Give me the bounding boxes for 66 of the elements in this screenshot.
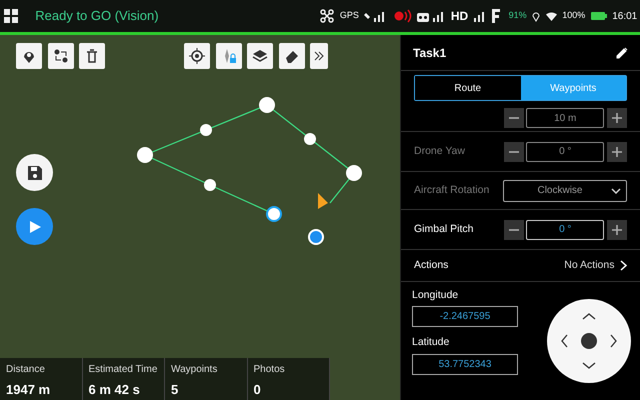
wifi-icon <box>546 12 557 20</box>
plus-button[interactable] <box>607 108 627 128</box>
summary-value: 0 <box>254 380 262 399</box>
summary-label: Estimated Time <box>88 363 158 377</box>
coordinate-field[interactable]: -2.2467595 <box>412 306 518 327</box>
summary-label: Photos <box>254 363 286 377</box>
plus-button[interactable] <box>607 220 627 240</box>
locate-button[interactable] <box>184 43 210 69</box>
delete-button[interactable] <box>79 43 105 69</box>
waypoint-button[interactable] <box>16 43 42 69</box>
target-icon <box>189 48 205 64</box>
minus-button[interactable] <box>504 108 524 128</box>
save-button[interactable] <box>16 154 53 191</box>
chevron-down-icon <box>610 188 620 194</box>
layers-icon <box>252 48 268 64</box>
setting-label: Gimbal Pitch <box>414 222 474 237</box>
gps-label: GPS <box>340 9 359 22</box>
actions-link[interactable]: No Actions <box>564 258 627 274</box>
summary-value: 1947 m <box>6 380 52 399</box>
drone-icon <box>320 9 334 23</box>
clock-time: 16:01 <box>612 10 638 24</box>
task-title: Task1 <box>413 44 446 62</box>
remote-controller-signal-icon <box>417 9 446 23</box>
location-icon <box>532 10 540 22</box>
edit-button[interactable] <box>616 46 628 58</box>
video-link-label: HD <box>450 8 468 25</box>
minus-button[interactable] <box>504 220 524 240</box>
phone-battery-level: 100% <box>562 9 586 22</box>
coordinate-label: Latitude <box>412 335 450 350</box>
save-icon <box>26 164 42 180</box>
aircraft-battery-level: 91% <box>508 9 527 22</box>
start-mission-button[interactable] <box>16 208 53 245</box>
app-grid-icon[interactable] <box>2 8 19 24</box>
expand-button[interactable] <box>310 43 328 69</box>
drone-status: Ready to GO (Vision) <box>35 7 159 26</box>
coordinate-field[interactable]: 53.7752343 <box>412 354 518 374</box>
compass-button[interactable] <box>216 43 242 69</box>
route-swap-icon <box>52 48 68 64</box>
clear-button[interactable] <box>278 43 304 69</box>
coordinate-label: Longitude <box>412 288 460 302</box>
plus-icon <box>611 146 623 158</box>
setting-label: Actions <box>414 258 448 273</box>
value-field[interactable]: 0 ° <box>526 220 604 240</box>
route-drawing[interactable] <box>137 97 362 245</box>
signal-bars-icon <box>474 9 486 23</box>
satellite-map[interactable]: Distance 1947 m Estimated Time 6 m 42 s Waypoints 5 Photos 0 <box>0 35 400 400</box>
pencil-icon <box>616 46 628 58</box>
summary-value: 6 m 42 s <box>88 380 141 399</box>
record-icon <box>394 9 412 23</box>
plus-icon <box>611 224 623 236</box>
minus-button[interactable] <box>504 142 524 162</box>
battery-icon <box>590 12 607 20</box>
setting-label: Drone Yaw <box>414 144 465 159</box>
chevron-right-icon <box>620 260 627 271</box>
map-layers-button[interactable] <box>247 43 273 69</box>
plus-icon <box>611 112 623 124</box>
summary-label: Distance <box>6 363 46 377</box>
play-icon <box>28 220 42 234</box>
summary-value: 5 <box>171 380 180 399</box>
eraser-icon <box>284 48 300 64</box>
double-chevron-icon <box>314 51 324 61</box>
summary-label: Waypoints <box>171 363 218 377</box>
plus-button[interactable] <box>607 142 627 162</box>
setting-label: Aircraft Rotation <box>414 182 490 198</box>
route-button[interactable] <box>48 43 74 69</box>
trash-icon <box>84 48 100 64</box>
